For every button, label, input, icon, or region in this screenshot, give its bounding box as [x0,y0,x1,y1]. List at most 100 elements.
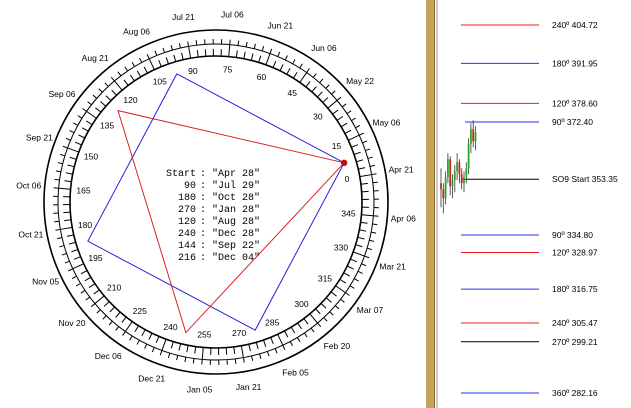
degree-label: 300 [294,299,308,309]
date-tick [296,337,301,342]
info-label: 120 [178,217,196,228]
degree-label: 285 [265,318,279,328]
date-tick [355,125,361,129]
info-date: "Oct 28" [212,192,260,204]
date-tick [361,263,367,267]
date-tick [167,352,171,359]
date-tick [372,223,378,226]
degree-tick [64,219,72,222]
info-date: "Jul 29" [212,180,260,192]
date-tick [299,63,303,69]
degree-label: 270 [232,328,246,338]
degree-tick [155,336,160,344]
date-label: Jul 21 [172,12,195,22]
date-tick [319,78,324,84]
date-tick [54,178,60,181]
info-date: "Jan 28" [212,204,260,216]
degree-tick [173,54,177,62]
date-tick [369,164,375,167]
date-label: Mar 07 [357,305,384,315]
degree-tick [136,70,142,78]
date-tick [341,103,347,108]
degree-tick [290,326,296,334]
start-marker [340,159,348,167]
info-date: "Dec 04" [212,252,260,264]
degree-tick [359,229,367,232]
degree-label: 315 [318,273,332,283]
candle-body [442,189,445,199]
date-tick [55,170,61,173]
date-label: Aug 06 [123,27,150,37]
degree-tick [350,258,358,263]
degree-tick [148,333,153,340]
date-label: Jun 21 [268,20,294,30]
degree-tick [186,345,189,353]
degree-label: 225 [133,306,147,316]
level-label: 180º 316.75 [552,284,598,294]
date-tick [178,43,181,49]
degree-tick [114,80,123,91]
level-label: 240º 404.72 [552,20,598,30]
candle-body [472,129,475,142]
info-colon: : [200,193,206,204]
date-tick [334,305,340,310]
date-tick [57,237,63,240]
date-tick [292,59,296,65]
degree-tick [272,60,277,68]
date-label: Mar 21 [379,261,406,271]
date-tick [371,173,377,176]
date-tick [170,45,173,51]
level-label: SO9 Start 353.35 [552,174,618,184]
info-colon: : [200,253,206,264]
date-tick [151,347,155,353]
degree-label: 210 [107,282,121,292]
info-colon: : [200,181,206,192]
date-tick [115,326,120,331]
degree-tick [348,134,360,141]
degree-tick [299,72,308,83]
date-tick [306,68,310,73]
candle-body [467,144,470,169]
degree-label: 90 [188,66,198,76]
degree-tick [94,295,105,304]
degree-tick [60,226,73,230]
date-tick [346,110,352,115]
degree-tick [360,221,368,224]
info-colon: : [200,217,206,228]
degree-tick [196,50,199,58]
date-tick [131,62,136,67]
date-tick [124,66,129,72]
date-label: Jan 05 [187,384,213,394]
panel-divider[interactable] [426,0,435,408]
degree-tick [360,182,368,185]
degree-tick [71,249,79,253]
date-tick [122,331,126,336]
date-tick [85,296,91,301]
degree-tick [339,278,347,284]
level-label: 90º 372.40 [552,117,593,127]
level-label: 180º 391.95 [552,58,598,68]
date-tick [68,268,74,272]
level-label: 90º 334.80 [552,230,593,240]
date-label: Oct 21 [18,230,43,240]
degree-tick [240,345,244,358]
degree-tick [121,316,127,323]
info-label: 270 [178,205,196,216]
degree-tick [347,265,354,270]
degree-tick [258,55,262,63]
info-label: 144 [178,241,196,252]
date-tick [362,140,368,144]
date-label: Sep 06 [49,89,76,99]
degree-tick [181,52,184,60]
date-tick [136,339,140,345]
candle-body [463,177,465,184]
degree-label: 105 [153,76,167,86]
degree-tick [95,107,102,113]
degree-tick [336,116,344,121]
degree-tick [351,144,359,148]
degree-tick [355,244,363,248]
date-label: Sep 21 [26,133,53,143]
date-tick [349,285,355,289]
date-label: Dec 21 [138,374,165,384]
level-label: 240º 305.47 [552,318,598,328]
